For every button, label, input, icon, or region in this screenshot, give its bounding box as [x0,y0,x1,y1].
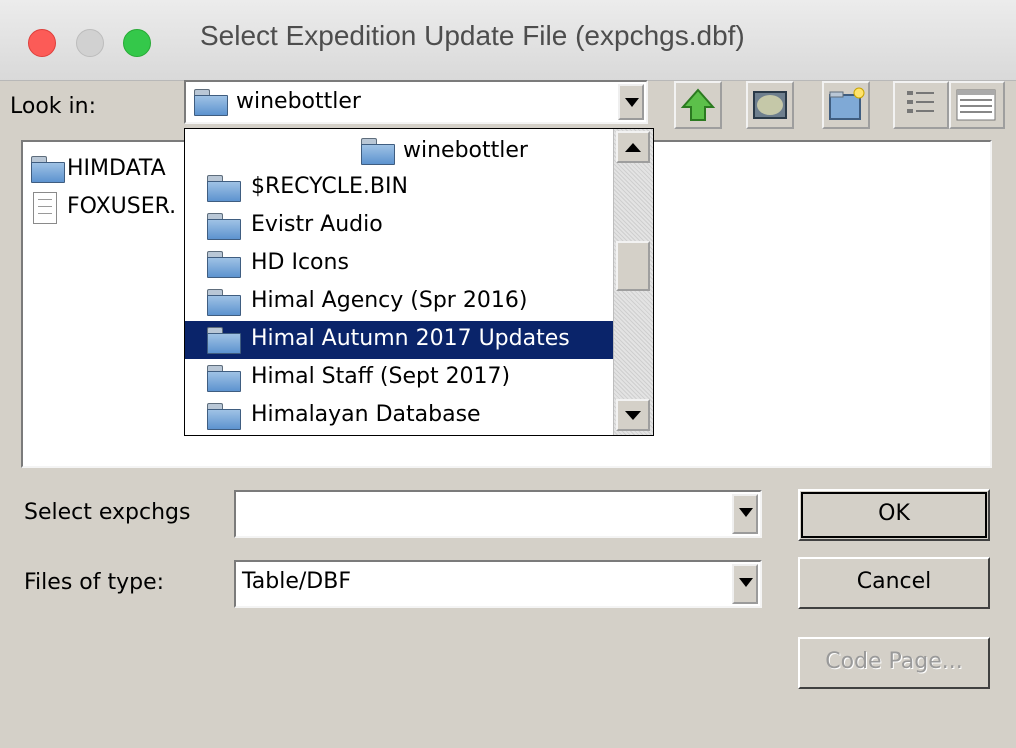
up-one-level-button[interactable] [674,81,722,129]
dropdown-item-label: Himal Autumn 2017 Updates [251,326,570,351]
desktop-button[interactable] [746,81,794,129]
dropdown-item[interactable]: Himal Staff (Sept 2017) [185,359,613,397]
folder-icon [361,138,395,165]
dropdown-item-label: Evistr Audio [251,212,383,237]
ok-button[interactable]: OK [798,489,990,541]
cancel-button[interactable]: Cancel [798,557,990,609]
files-of-type-value: Table/DBF [242,569,351,594]
dropdown-item-label: $RECYCLE.BIN [251,174,408,199]
list-view-icon [907,91,934,113]
file-name: HIMDATA [67,156,166,181]
files-of-type-dropdown-arrow[interactable] [732,564,758,604]
document-icon [33,192,57,224]
file-name: FOXUSER. [67,194,177,219]
dropdown-item[interactable]: Evistr Audio [185,207,613,245]
look-in-dropdown-arrow[interactable] [618,84,644,120]
dropdown-scrollbar[interactable] [613,129,653,435]
dropdown-item[interactable]: Himal Agency (Spr 2016) [185,283,613,321]
desktop-icon [753,91,787,119]
up-one-level-icon [680,88,716,121]
new-folder-icon [829,87,865,120]
dropdown-header-label: winebottler [403,138,528,163]
dropdown-item[interactable]: Himalayan Database [185,397,613,435]
dropdown-item-label: Himal Agency (Spr 2016) [251,288,528,313]
zoom-window-button[interactable] [123,29,151,57]
select-expchgs-dropdown-arrow[interactable] [732,494,758,534]
files-of-type-combobox[interactable]: Table/DBF [234,560,762,608]
folder-icon [207,289,241,316]
folder-icon [207,327,241,354]
folder-icon [207,403,241,430]
close-window-button[interactable] [28,29,56,57]
scroll-up-button[interactable] [616,131,650,163]
folder-icon [194,89,228,116]
files-of-type-label: Files of type: [24,570,165,595]
minimize-window-button[interactable] [76,29,104,57]
dropdown-item-selected[interactable]: Himal Autumn 2017 Updates [185,321,613,359]
look-in-label: Look in: [10,94,96,119]
dropdown-item[interactable]: HD Icons [185,245,613,283]
folder-icon [207,365,241,392]
folder-icon [31,156,65,183]
dropdown-item-label: Himal Staff (Sept 2017) [251,364,511,389]
window-title: Select Expedition Update File (expchgs.d… [200,20,745,51]
code-page-button[interactable]: Code Page... [798,637,990,689]
select-expchgs-combobox[interactable] [234,490,762,538]
folder-icon [207,213,241,240]
folder-icon [207,175,241,202]
folder-icon [207,251,241,278]
look-in-dropdown-list[interactable]: winebottler $RECYCLE.BIN Evistr Audio HD… [184,128,654,436]
details-view-button[interactable] [949,81,1005,129]
look-in-combobox[interactable]: winebottler [184,80,648,124]
list-view-button[interactable] [893,81,949,129]
title-bar: Select Expedition Update File (expchgs.d… [0,0,1016,81]
look-in-value: winebottler [236,89,361,114]
details-view-icon [956,89,996,121]
select-expchgs-label: Select expchgs [24,500,191,525]
dropdown-item[interactable]: $RECYCLE.BIN [185,169,613,207]
new-folder-button[interactable] [822,81,870,129]
dropdown-current-folder[interactable]: winebottler [355,135,595,167]
dropdown-item-label: HD Icons [251,250,349,275]
scroll-down-button[interactable] [616,399,650,431]
scroll-thumb[interactable] [616,241,650,291]
dropdown-item-label: Himalayan Database [251,402,481,427]
